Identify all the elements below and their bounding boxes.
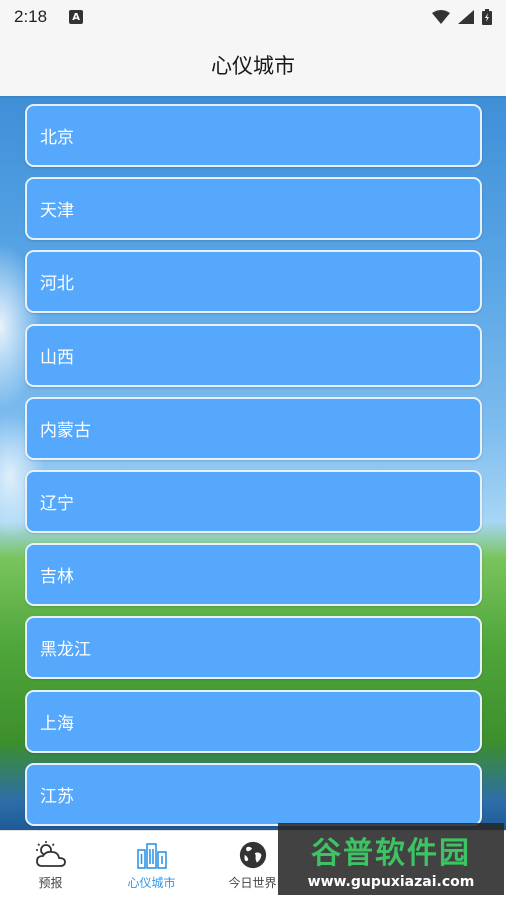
watermark-name: 谷普软件园	[311, 836, 471, 871]
wifi-icon	[432, 10, 450, 24]
province-item[interactable]: 内蒙古	[25, 396, 482, 460]
nav-label: 心仪城市	[127, 876, 176, 890]
province-item[interactable]: 黑龙江	[25, 616, 482, 680]
page-title: 心仪城市	[211, 54, 295, 78]
status-icons	[432, 9, 492, 25]
weather-cloud-icon	[35, 841, 66, 867]
status-bar: 2:18 A	[0, 0, 506, 34]
province-item[interactable]: 上海	[25, 689, 482, 753]
province-item[interactable]: 河北	[25, 250, 482, 314]
province-item[interactable]: 吉林	[25, 543, 482, 607]
signal-icon	[458, 10, 474, 24]
nav-tab-forecast[interactable]: 预报	[0, 831, 101, 900]
province-list-container[interactable]: 北京 天津 河北 山西 内蒙古 辽宁 吉林 黑龙江 上海 江苏	[0, 96, 506, 830]
nav-label: 预报	[38, 876, 63, 890]
battery-icon	[482, 9, 492, 25]
watermark-logo: 谷普软件园 www.gupuxiazai.com	[278, 823, 504, 895]
notification-icon: A	[69, 10, 84, 24]
province-list: 北京 天津 河北 山西 内蒙古 辽宁 吉林 黑龙江 上海 江苏	[25, 104, 482, 830]
province-item[interactable]: 山西	[25, 323, 482, 387]
status-time: 2:18	[14, 7, 48, 26]
watermark-url: www.gupuxiazai.com	[307, 874, 475, 890]
app-bar: 心仪城市	[0, 34, 506, 96]
city-buildings-icon	[136, 843, 167, 869]
nav-tab-favorite-cities[interactable]: 心仪城市	[101, 831, 202, 900]
globe-icon	[239, 841, 266, 869]
province-item[interactable]: 北京	[25, 104, 482, 167]
province-item[interactable]: 江苏	[25, 762, 482, 826]
province-item[interactable]: 辽宁	[25, 469, 482, 533]
province-item[interactable]: 天津	[25, 177, 482, 241]
nav-label: 今日世界	[228, 876, 277, 890]
